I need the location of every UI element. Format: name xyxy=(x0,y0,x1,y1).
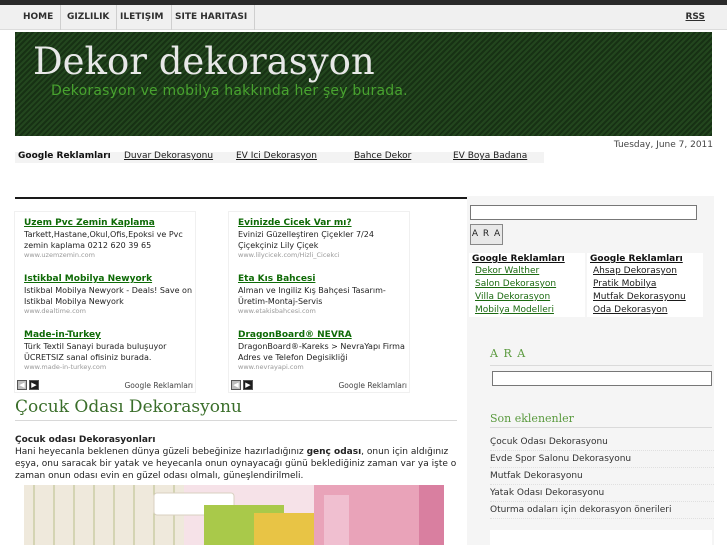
ad-item[interactable]: Made-in-Turkey Türk Textil Sanayi burada… xyxy=(24,330,194,371)
post-image xyxy=(24,485,444,545)
search-button[interactable]: A R A xyxy=(470,224,503,245)
recent-post-link[interactable]: Çocuk Odası Dekorasyonu xyxy=(490,434,714,451)
ad-link-bar-heading[interactable]: Google Reklamları xyxy=(18,151,111,161)
sidebar-ad-links-heading[interactable]: Google Reklamları xyxy=(469,253,585,265)
current-date: Tuesday, June 7, 2011 xyxy=(613,140,713,150)
sidebar-divider xyxy=(490,427,712,428)
nav-iletisim-link[interactable]: ILETIŞIM xyxy=(113,5,172,30)
post-body: Hani heyecanla beklenen dünya güzeli beb… xyxy=(15,446,460,482)
sidebar-divider xyxy=(490,365,712,366)
ad-title[interactable]: Istikbal Mobilya Newyork xyxy=(24,274,194,284)
ad-url[interactable]: www.uzemzemin.com xyxy=(24,251,194,259)
sidebar-search-heading: A R A xyxy=(490,347,527,360)
nav-home-link[interactable]: HOME xyxy=(16,5,62,30)
ad-link-duvar[interactable]: Duvar Dekorasyonu xyxy=(124,151,213,161)
top-navigation: HOME GIZLILIK ILETIŞIM SITE HARITASI RSS xyxy=(0,5,727,30)
recent-post-link[interactable]: Mutfak Dekorasyonu xyxy=(490,468,714,485)
ad-url[interactable]: www.nevrayapi.com xyxy=(238,363,408,371)
ad-link-bar: Google Reklamları Duvar Dekorasyonu EV I… xyxy=(15,151,544,163)
ad-item[interactable]: DragonBoard® NEVRA DragonBoard®-Kareks >… xyxy=(238,330,408,371)
sidebar-ad-link[interactable]: Ahsap Dekorasyon xyxy=(587,265,703,278)
sidebar-ad-link[interactable]: Oda Dekorasyon xyxy=(587,304,703,317)
recent-post-link[interactable]: Evde Spor Salonu Dekorasyonu xyxy=(490,451,714,468)
recent-post-link[interactable]: Oturma odaları için dekorasyon önerileri xyxy=(490,502,714,519)
ad-link-boya[interactable]: EV Boya Badana xyxy=(453,151,527,161)
recent-posts-list: Çocuk Odası Dekorasyonu Evde Spor Salonu… xyxy=(490,434,714,519)
ad-prev-icon[interactable]: ◀ xyxy=(17,380,27,390)
ad-url[interactable]: www.dealtime.com xyxy=(24,307,194,315)
ad-url[interactable]: www.etakisbahcesi.com xyxy=(238,307,408,315)
sidebar-ad-links-heading[interactable]: Google Reklamları xyxy=(587,253,703,265)
ad-prev-icon[interactable]: ◀ xyxy=(231,380,241,390)
ad-url[interactable]: www.lilycicek.com/Hizli_Cicekci xyxy=(238,251,408,259)
ad-item[interactable]: Evinizde Cicek Var mı? Evinizi Güzelleşt… xyxy=(238,218,408,259)
sidebar-search-input[interactable] xyxy=(492,371,712,386)
post-body-bold: genç odası xyxy=(306,447,362,457)
ad-nav-buttons: ◀ ▶ xyxy=(17,377,41,390)
ad-title[interactable]: Made-in-Turkey xyxy=(24,330,194,340)
ad-next-icon[interactable]: ▶ xyxy=(243,380,253,390)
post-body-text: Hani heyecanla beklenen dünya güzeli beb… xyxy=(15,447,307,457)
ad-item[interactable]: Uzem Pvc Zemin Kaplama Tarkett,Hastane,O… xyxy=(24,218,194,259)
sidebar-ad-link[interactable]: Villa Dekorasyon xyxy=(469,291,585,304)
google-ads-brand[interactable]: Google Reklamları xyxy=(125,381,194,390)
sidebar-ad-link[interactable]: Dekor Walther xyxy=(469,265,585,278)
ad-item[interactable]: Eta Kıs Bahcesi Alman ve Ingiliz Kış Bah… xyxy=(238,274,408,315)
ad-next-icon[interactable]: ▶ xyxy=(29,380,39,390)
ad-text: Evinizi Güzelleştiren Çiçekler 7/24 Çiçe… xyxy=(238,230,374,250)
ad-title[interactable]: DragonBoard® NEVRA xyxy=(238,330,408,340)
sidebar-ad-link[interactable]: Mobilya Modelleri xyxy=(469,304,585,317)
ad-text: Tarkett,Hastane,Okul,Ofis,Epoksi ve Pvc … xyxy=(24,230,183,250)
ad-box-right: Evinizde Cicek Var mı? Evinizi Güzelleşt… xyxy=(228,211,410,393)
site-title[interactable]: Dekor dekorasyon xyxy=(33,40,375,83)
sidebar-ad-links-right: Google Reklamları Ahsap Dekorasyon Prati… xyxy=(587,253,703,317)
post-title[interactable]: Çocuk Odası Dekorasyonu xyxy=(15,397,242,417)
sidebar-ad-link[interactable]: Mutfak Dekorasyonu xyxy=(587,291,703,304)
recent-posts-heading: Son eklenenler xyxy=(490,412,574,425)
rss-link[interactable]: RSS xyxy=(686,5,706,30)
post-title-divider xyxy=(15,420,457,421)
ad-link-bahce[interactable]: Bahce Dekor xyxy=(354,151,411,161)
header-search-input[interactable] xyxy=(470,205,697,220)
ad-text: Alman ve Ingiliz Kış Bahçesi Tasarım-Üre… xyxy=(238,286,386,306)
ad-title[interactable]: Uzem Pvc Zemin Kaplama xyxy=(24,218,194,228)
sidebar-widget xyxy=(490,530,712,545)
nav-site-haritasi-link[interactable]: SITE HARITASI xyxy=(168,5,256,30)
ad-text: Istikbal Mobilya Newyork - Deals! Save o… xyxy=(24,286,193,306)
google-ads-brand[interactable]: Google Reklamları xyxy=(339,381,408,390)
site-header: Dekor dekorasyon Dekorasyon ve mobilya h… xyxy=(15,32,712,136)
post-subtitle: Çocuk odası Dekorasyonları xyxy=(15,435,156,445)
ad-title[interactable]: Evinizde Cicek Var mı? xyxy=(238,218,408,228)
ad-nav-buttons: ◀ ▶ xyxy=(231,377,255,390)
ad-title[interactable]: Eta Kıs Bahcesi xyxy=(238,274,408,284)
ad-item[interactable]: Istikbal Mobilya Newyork Istikbal Mobily… xyxy=(24,274,194,315)
sidebar-ad-link[interactable]: Pratik Mobilya xyxy=(587,278,703,291)
ad-link-ev-ici[interactable]: EV Ici Dekorasyon xyxy=(236,151,317,161)
site-tagline: Dekorasyon ve mobilya hakkında her şey b… xyxy=(51,83,408,99)
sidebar-ad-link[interactable]: Salon Dekorasyon xyxy=(469,278,585,291)
nav-gizlilik-link[interactable]: GIZLILIK xyxy=(60,5,118,30)
kids-room-photo xyxy=(24,485,444,545)
ad-text: DragonBoard®-Kareks > NevraYapı Firma Ad… xyxy=(238,342,405,362)
recent-post-link[interactable]: Yatak Odası Dekorasyonu xyxy=(490,485,714,502)
ad-box-left: Uzem Pvc Zemin Kaplama Tarkett,Hastane,O… xyxy=(14,211,196,393)
ad-text: Türk Textil Sanayi burada buluşuyor ÜCRE… xyxy=(24,342,167,362)
sidebar-ad-links-left: Google Reklamları Dekor Walther Salon De… xyxy=(469,253,585,317)
ad-url[interactable]: www.made-in-turkey.com xyxy=(24,363,194,371)
